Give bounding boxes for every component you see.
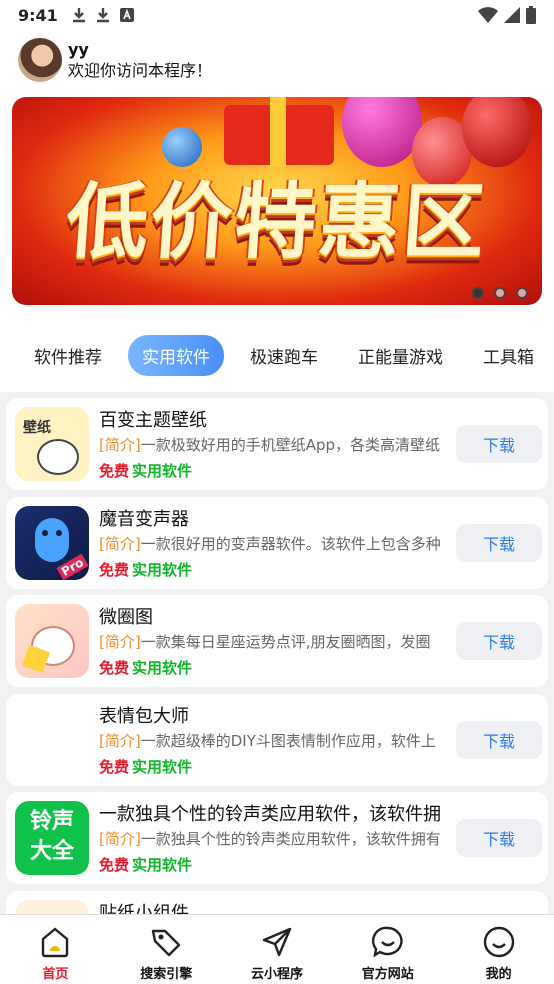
app-title: 百变主题壁纸 (99, 410, 207, 431)
list-item[interactable]: 微圈图 [简介]一款集每日星座运势点评,朋友圈晒图，发圈 免费 实用软件 下载 (6, 595, 548, 687)
download-button[interactable]: 下载 (456, 523, 542, 562)
tab-racing[interactable]: 极速跑车 (236, 335, 332, 376)
home-icon (42, 927, 69, 958)
app-meta: 免费 实用软件 (99, 560, 193, 579)
download-button[interactable]: 下载 (456, 720, 542, 759)
nav-label: 首页 (42, 967, 69, 982)
nav-label: 我的 (485, 967, 512, 982)
voice-changer-app-icon: Pro (15, 505, 89, 580)
signal-icon (504, 7, 520, 23)
download-icon (96, 8, 109, 23)
app-description: [简介]一款很好用的变声器软件。该软件上包含多种 (99, 534, 441, 553)
status-bar: 9:41 (0, 0, 554, 30)
wifi-icon (478, 7, 498, 23)
send-icon (262, 927, 292, 957)
app-description: [简介]一款极致好用的手机壁纸App，各类高清壁纸 (99, 436, 441, 454)
app-list: 壁纸 百变主题壁纸 [简介]一款极致好用的手机壁纸App，各类高清壁纸 免费 实用… (6, 398, 548, 984)
list-item[interactable]: 铃声大全 一款独具个性的铃声类应用软件，该软件拥 [简介]一款独具个性的铃声类应… (6, 792, 548, 884)
app-description: [简介]一款超级棒的DIY斗图表情制作应用，软件上 (99, 731, 436, 750)
carousel-dot[interactable] (516, 287, 528, 299)
list-item[interactable]: Pro 魔音变声器 [简介]一款很好用的变声器软件。该软件上包含多种 免费 实用软… (6, 496, 548, 589)
status-time: 9:41 (18, 5, 58, 25)
carousel-dot[interactable] (472, 287, 484, 299)
banner-section: 低价特惠区 (0, 90, 554, 318)
app-description: [简介]一款独具个性的铃声类应用软件，该软件拥有 (99, 830, 441, 848)
user-name: yy (68, 40, 89, 59)
nav-mine[interactable]: 我的 (443, 915, 554, 984)
bottom-nav: 首页 搜索引擎 云小程序 官方网站 我的 (0, 914, 554, 984)
nav-label: 云小程序 (250, 967, 303, 982)
app-title: 微圈图 (99, 607, 153, 628)
app-title: 表情包大师 (99, 705, 189, 727)
nav-label: 搜索引擎 (140, 967, 193, 982)
ringtone-app-icon: 铃声大全 (15, 801, 89, 875)
list-item[interactable]: 表情包大师 [简介]一款超级棒的DIY斗图表情制作应用，软件上 免费 实用软件 下… (6, 693, 548, 786)
nav-search-engine[interactable]: 搜索引擎 (111, 915, 222, 984)
carousel-indicator (472, 287, 528, 299)
nav-official-site[interactable]: 官方网站 (332, 915, 443, 984)
user-header: yy 欢迎你访问本程序！ (0, 30, 554, 90)
app-meta: 免费 实用软件 (99, 856, 193, 874)
tag-icon (151, 929, 181, 957)
app-meta: 免费 实用软件 (99, 659, 193, 677)
app-meta: 免费 实用软件 (99, 757, 193, 776)
app-meta: 免费 实用软件 (99, 462, 193, 480)
smile-icon (483, 926, 514, 958)
category-tabs: 软件推荐 实用软件 极速跑车 正能量游戏 工具箱 (0, 318, 554, 392)
battery-icon (526, 6, 536, 24)
tab-utility-software[interactable]: 实用软件 (128, 334, 224, 376)
nav-label: 官方网站 (361, 967, 414, 982)
banner-title: 低价特惠区 (63, 175, 490, 270)
avatar[interactable] (18, 38, 62, 82)
welcome-text: 欢迎你访问本程序！ (68, 61, 213, 80)
nav-cloud-miniprogram[interactable]: 云小程序 (222, 915, 333, 984)
system-icons (478, 6, 536, 24)
download-button[interactable]: 下载 (456, 425, 542, 463)
app-title: 魔音变声器 (99, 508, 189, 530)
tab-toolbox[interactable]: 工具箱 (469, 335, 548, 376)
carousel-dot[interactable] (494, 287, 506, 299)
download-button[interactable]: 下载 (456, 622, 542, 660)
notification-icons (72, 7, 134, 23)
app-description: [简介]一款集每日星座运势点评,朋友圈晒图，发圈 (99, 633, 431, 651)
download-button[interactable]: 下载 (456, 819, 542, 857)
tab-software-recommend[interactable]: 软件推荐 (20, 335, 116, 376)
promo-banner[interactable]: 低价特惠区 (12, 97, 542, 305)
emoji-master-app-icon (15, 703, 89, 777)
tab-positive-games[interactable]: 正能量游戏 (344, 335, 457, 376)
app-title: 一款独具个性的铃声类应用软件，该软件拥 (99, 804, 441, 825)
nav-home[interactable]: 首页 (0, 915, 111, 984)
chat-bubble-icon (371, 926, 403, 958)
download-icon (72, 8, 85, 23)
list-item[interactable]: 壁纸 百变主题壁纸 [简介]一款极致好用的手机壁纸App，各类高清壁纸 免费 实用… (6, 398, 548, 490)
circle-image-app-icon (15, 604, 89, 678)
wallpaper-app-icon: 壁纸 (15, 407, 89, 481)
font-icon (119, 8, 134, 22)
